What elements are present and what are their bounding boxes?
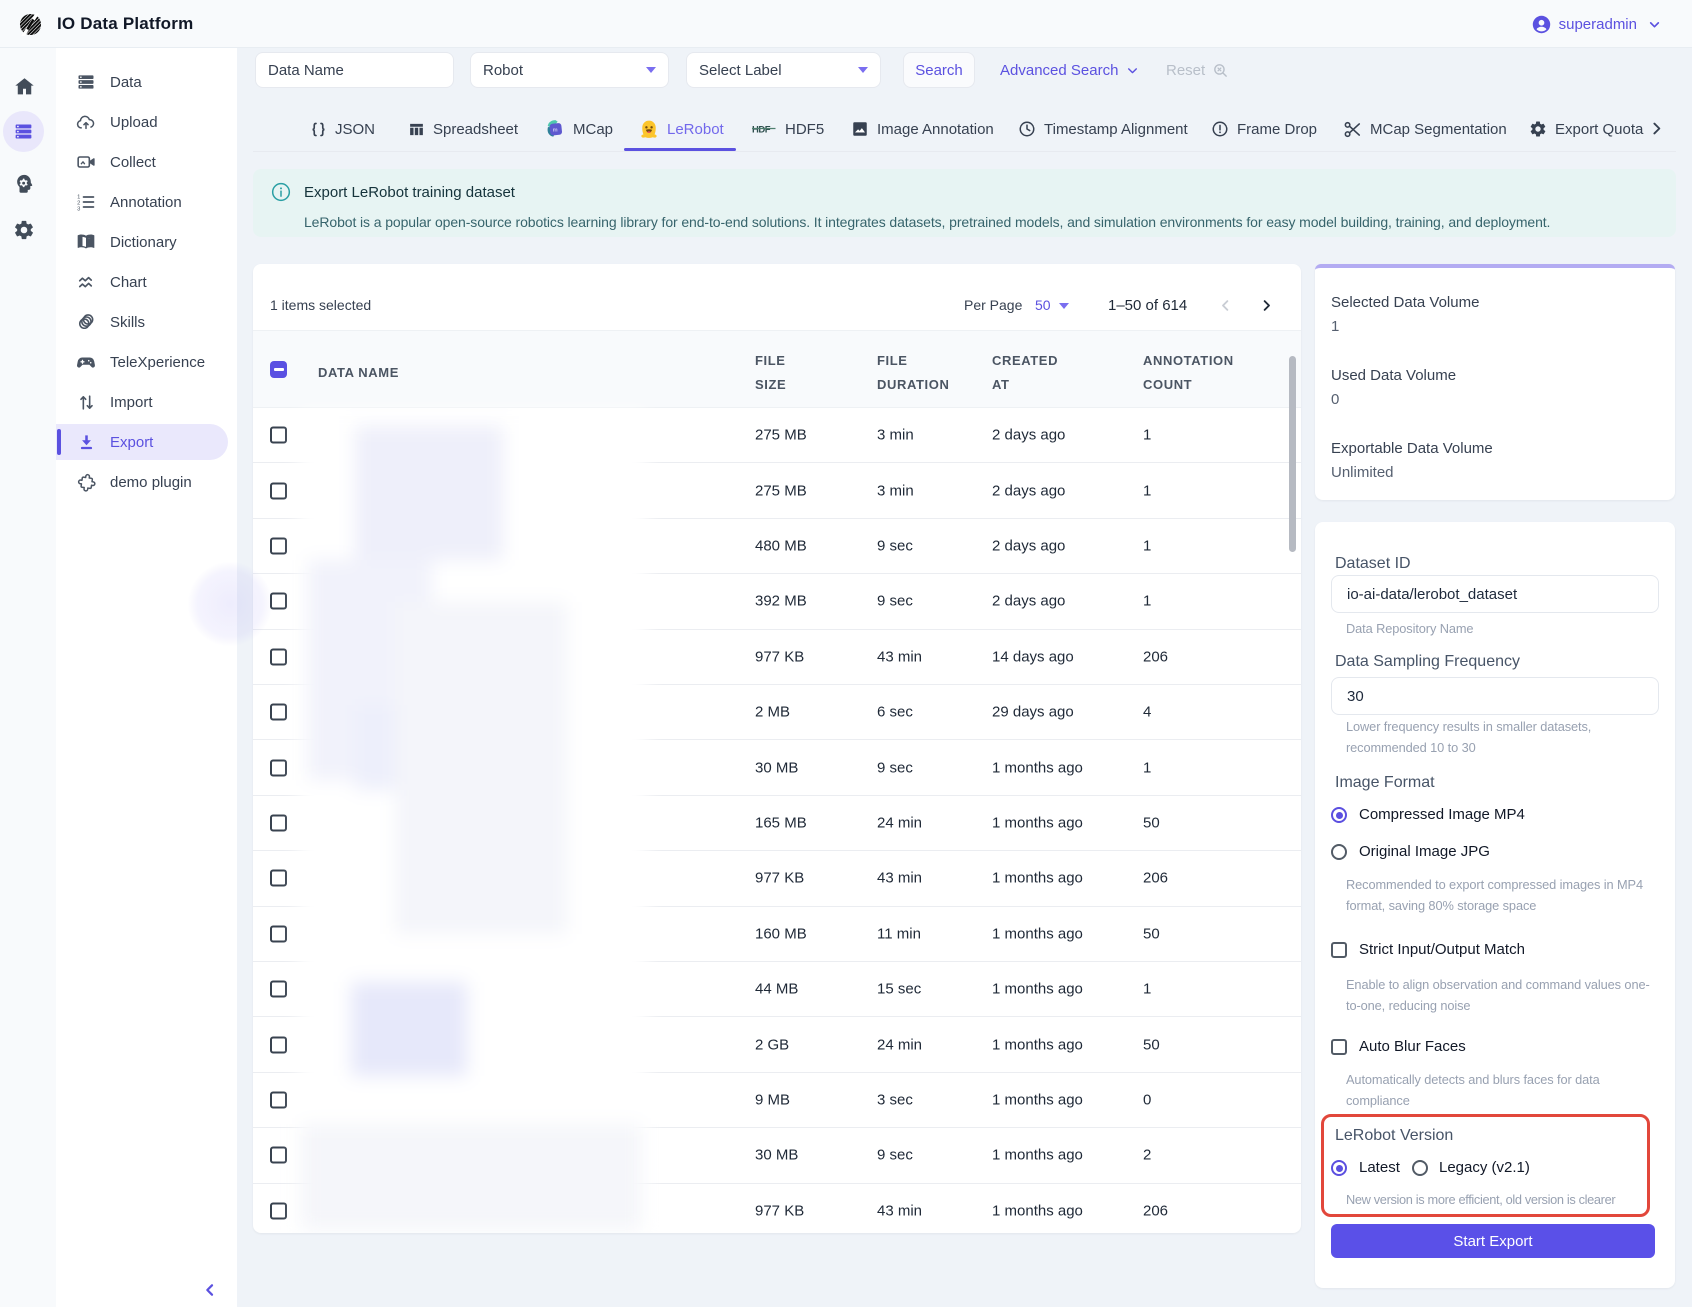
svg-text:3: 3 <box>77 206 80 212</box>
svg-text:HDF: HDF <box>752 125 771 136</box>
svg-text:m: m <box>553 128 558 134</box>
